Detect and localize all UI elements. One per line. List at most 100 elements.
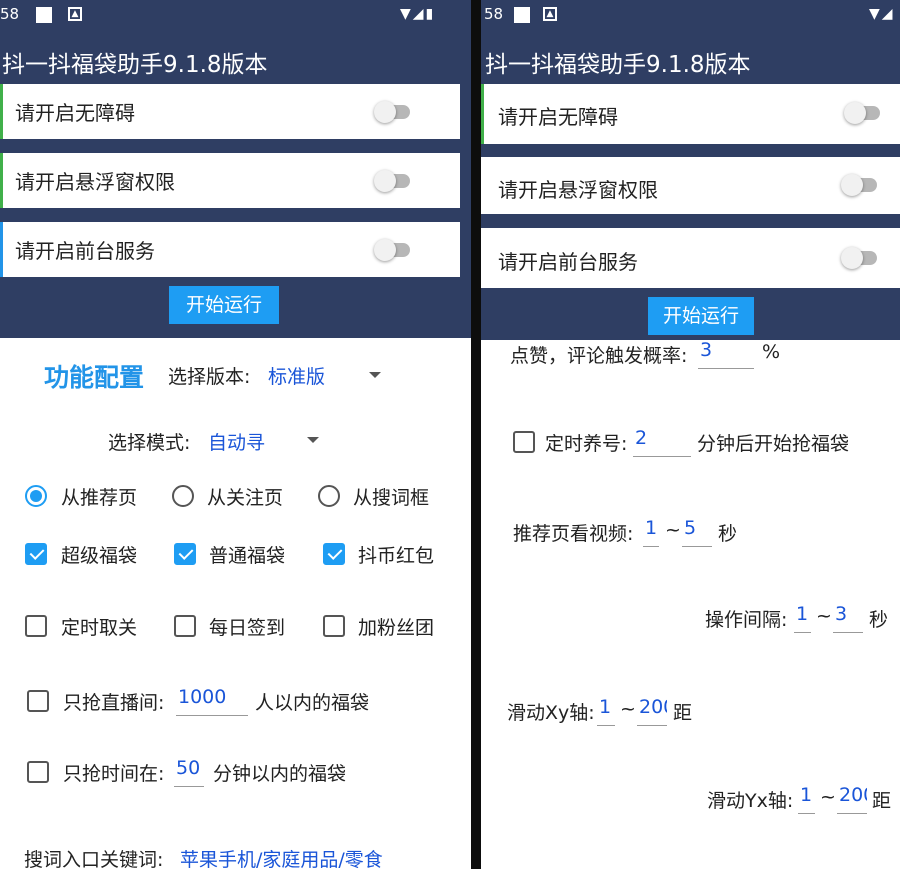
chevron-down-icon[interactable] — [369, 372, 381, 378]
interval-min-input[interactable]: 1 — [794, 603, 811, 633]
start-button[interactable]: 开始运行 — [648, 297, 754, 335]
slide-xy-label: 滑动Xy轴: — [507, 702, 595, 724]
live-count-input[interactable]: 1000 — [176, 686, 248, 716]
signal-battery-icon: ▼◢▮ — [400, 6, 436, 22]
slide-yx-suffix: 距 — [872, 790, 892, 812]
permission-label: 请开启悬浮窗权限 — [498, 178, 658, 202]
live-only-suffix: 人以内的福袋 — [255, 692, 370, 714]
source-search-label[interactable]: 从搜词框 — [353, 483, 429, 510]
time-only-suffix: 分钟以内的福袋 — [213, 763, 347, 785]
status-bar: 58 ▲ ▼◢▮ — [0, 0, 471, 30]
accessibility-toggle[interactable] — [844, 102, 882, 124]
signal-icon: ▼◢ — [869, 6, 895, 22]
source-recommend-label[interactable]: 从推荐页 — [61, 483, 137, 510]
version-label: 选择版本: — [168, 366, 251, 388]
schedule-checkbox[interactable] — [513, 431, 535, 453]
checkin-label[interactable]: 每日签到 — [209, 613, 285, 640]
slide-xy-max-input[interactable]: 200 — [637, 696, 667, 726]
unfollow-checkbox[interactable] — [25, 615, 47, 637]
interval-suffix: 秒 — [869, 609, 889, 631]
source-recommend-radio[interactable] — [25, 485, 47, 507]
slide-xy-tilde: ~ — [620, 698, 636, 720]
coin-packet-checkbox[interactable] — [323, 543, 345, 565]
schedule-input[interactable]: 2 — [633, 427, 691, 457]
keyword-label: 搜词入口关键词: — [24, 849, 164, 869]
slide-yx-label: 滑动Yx轴: — [707, 790, 794, 812]
download-icon: ▲ — [543, 7, 557, 21]
interval-label: 操作间隔: — [705, 609, 788, 631]
app-header: 58 ▲ ▼◢▮ 抖一抖福袋助手9.1.8版本 请开启无障碍 请开启悬浮窗权限 … — [0, 0, 471, 338]
time-minutes-input[interactable]: 50 — [174, 757, 204, 787]
source-search-radio[interactable] — [318, 485, 340, 507]
permission-overlay[interactable]: 请开启悬浮窗权限 — [0, 153, 460, 208]
status-time: 58 — [484, 5, 504, 23]
right-screen: 58 ▲ ▼◢ 抖一抖福袋助手9.1.8版本 请开启无障碍 请开启悬浮窗权限 请… — [481, 0, 900, 869]
config-card: 功能配置 选择版本: 标准版 选择模式: 自动寻 从推荐页 从关注页 从搜词框 … — [0, 340, 471, 869]
app-header: 58 ▲ ▼◢ 抖一抖福袋助手9.1.8版本 请开启无障碍 请开启悬浮窗权限 请… — [481, 0, 900, 340]
app-title: 抖一抖福袋助手9.1.8版本 — [485, 52, 751, 78]
overlay-toggle[interactable] — [841, 174, 879, 196]
permission-label: 请开启悬浮窗权限 — [15, 170, 175, 194]
slide-yx-tilde: ~ — [820, 786, 836, 808]
notification-icon — [36, 7, 52, 23]
live-only-label: 只抢直播间: — [63, 692, 165, 714]
time-only-label: 只抢时间在: — [63, 763, 165, 785]
left-screen: 58 ▲ ▼◢▮ 抖一抖福袋助手9.1.8版本 请开启无障碍 请开启悬浮窗权限 … — [0, 0, 471, 869]
permission-label: 请开启无障碍 — [498, 105, 618, 129]
time-only-checkbox[interactable] — [27, 761, 49, 783]
slide-xy-suffix: 距 — [673, 702, 693, 724]
slide-yx-max-input[interactable]: 200 — [837, 784, 867, 814]
mode-select[interactable]: 自动寻 — [208, 428, 265, 455]
app-title: 抖一抖福袋助手9.1.8版本 — [2, 52, 268, 78]
normal-bag-label[interactable]: 普通福袋 — [209, 541, 285, 568]
foreground-toggle[interactable] — [374, 239, 412, 261]
permission-label: 请开启前台服务 — [498, 250, 638, 274]
checkin-checkbox[interactable] — [174, 615, 196, 637]
chevron-down-icon[interactable] — [307, 437, 319, 443]
screen-divider — [471, 0, 481, 869]
permission-accessibility[interactable]: 请开启无障碍 — [0, 84, 460, 139]
permission-label: 请开启前台服务 — [15, 239, 155, 263]
config-title: 功能配置 — [44, 363, 145, 392]
version-select[interactable]: 标准版 — [268, 362, 325, 389]
watch-min-input[interactable]: 1 — [643, 517, 659, 547]
like-comment-input[interactable]: 3 — [698, 339, 754, 369]
status-bar: 58 ▲ ▼◢ — [481, 0, 900, 30]
interval-max-input[interactable]: 3 — [833, 603, 863, 633]
overlay-toggle[interactable] — [374, 170, 412, 192]
watch-max-input[interactable]: 5 — [682, 517, 712, 547]
live-only-checkbox[interactable] — [27, 690, 49, 712]
schedule-label: 定时养号: — [545, 433, 628, 455]
super-bag-checkbox[interactable] — [25, 543, 47, 565]
download-icon: ▲ — [68, 7, 82, 21]
normal-bag-checkbox[interactable] — [174, 543, 196, 565]
watch-tilde: ~ — [665, 519, 681, 541]
fan-group-label[interactable]: 加粉丝团 — [358, 613, 434, 640]
coin-packet-label[interactable]: 抖币红包 — [358, 541, 434, 568]
status-time: 58 — [0, 5, 20, 23]
permission-accessibility[interactable]: 请开启无障碍 — [481, 84, 900, 144]
permission-label: 请开启无障碍 — [15, 101, 135, 125]
schedule-suffix: 分钟后开始抢福袋 — [697, 433, 850, 455]
start-button[interactable]: 开始运行 — [169, 286, 279, 324]
slide-xy-min-input[interactable]: 1 — [597, 696, 615, 726]
source-follow-label[interactable]: 从关注页 — [207, 483, 283, 510]
like-comment-label: 点赞，评论触发概率: — [510, 345, 688, 367]
watch-suffix: 秒 — [718, 523, 738, 545]
like-comment-suffix: % — [762, 341, 781, 363]
permission-foreground[interactable]: 请开启前台服务 — [0, 222, 460, 277]
notification-icon — [514, 7, 530, 23]
interval-tilde: ~ — [816, 605, 832, 627]
slide-yx-min-input[interactable]: 1 — [798, 784, 815, 814]
watch-video-label: 推荐页看视频: — [513, 523, 634, 545]
source-follow-radio[interactable] — [172, 485, 194, 507]
fan-group-checkbox[interactable] — [323, 615, 345, 637]
permission-foreground[interactable]: 请开启前台服务 — [481, 228, 900, 288]
keyword-input[interactable]: 苹果手机/家庭用品/零食 — [180, 845, 383, 869]
super-bag-label[interactable]: 超级福袋 — [61, 541, 137, 568]
permission-overlay[interactable]: 请开启悬浮窗权限 — [481, 157, 900, 214]
foreground-toggle[interactable] — [841, 247, 879, 269]
mode-label: 选择模式: — [108, 432, 191, 454]
unfollow-label[interactable]: 定时取关 — [61, 613, 137, 640]
accessibility-toggle[interactable] — [374, 101, 412, 123]
